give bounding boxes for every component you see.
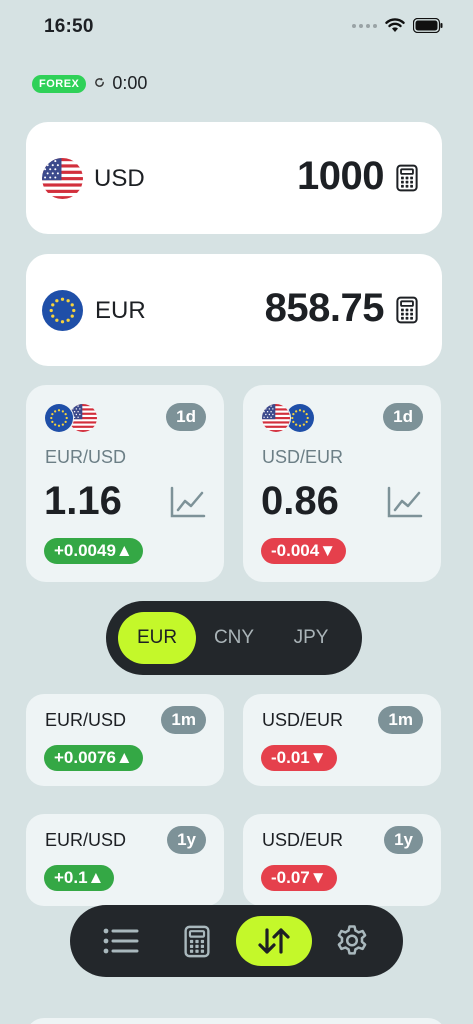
change-pill: +0.0049▲ bbox=[44, 538, 143, 564]
bottom-sheet bbox=[26, 1018, 446, 1024]
pair-label: USD/EUR bbox=[262, 447, 344, 467]
chart-trend-icon[interactable] bbox=[170, 486, 206, 523]
period-badge[interactable]: 1y bbox=[167, 826, 206, 854]
rate-card-usd-eur[interactable]: 1d USD/EUR 0.86 -0.004▼ bbox=[243, 385, 441, 582]
pair-label: USD/EUR bbox=[262, 710, 344, 730]
pair-label: EUR/USD bbox=[45, 447, 127, 467]
pair-label: EUR/USD bbox=[45, 830, 127, 850]
segment-option-cny[interactable]: CNY bbox=[195, 612, 273, 664]
rate-source-row: FOREX 0:00 bbox=[32, 73, 147, 94]
change-pill: -0.01▼ bbox=[261, 745, 337, 771]
period-badge[interactable]: 1d bbox=[383, 403, 423, 431]
change-pill: -0.004▼ bbox=[261, 538, 347, 564]
history-card[interactable]: EUR/USD 1y +0.1▲ bbox=[26, 814, 224, 906]
calculator-icon bbox=[184, 925, 210, 958]
rate-card-eur-usd[interactable]: 1d EUR/USD 1.16 +0.0049▲ bbox=[26, 385, 224, 582]
segment-option-jpy[interactable]: JPY bbox=[272, 612, 350, 664]
from-currency-code[interactable]: USD bbox=[94, 165, 145, 193]
period-badge[interactable]: 1y bbox=[384, 826, 423, 854]
history-card[interactable]: EUR/USD 1m +0.0076▲ bbox=[26, 694, 224, 786]
calculator-icon[interactable] bbox=[396, 296, 418, 329]
chart-trend-icon[interactable] bbox=[387, 486, 423, 523]
change-pill: +0.0076▲ bbox=[44, 745, 143, 771]
swap-arrows-icon bbox=[258, 928, 290, 954]
status-icons bbox=[352, 18, 443, 33]
segment-option-eur[interactable]: EUR bbox=[118, 612, 196, 664]
eu-flag-icon bbox=[44, 403, 74, 433]
us-flag-icon bbox=[42, 158, 83, 199]
refresh-icon[interactable] bbox=[92, 77, 106, 91]
history-card[interactable]: USD/EUR 1y -0.07▼ bbox=[243, 814, 441, 906]
refresh-timer: 0:00 bbox=[112, 73, 148, 93]
wifi-icon bbox=[385, 18, 405, 33]
tab-list[interactable] bbox=[83, 916, 159, 966]
pair-flags bbox=[44, 403, 100, 433]
currency-segment-control: EUR CNY JPY bbox=[106, 601, 362, 675]
to-amount[interactable]: 858.75 bbox=[265, 286, 385, 331]
eu-flag-icon bbox=[42, 290, 83, 331]
change-pill: +0.1▲ bbox=[44, 865, 115, 891]
status-bar: 16:50 bbox=[0, 0, 473, 54]
tab-convert[interactable] bbox=[236, 916, 312, 966]
gear-icon bbox=[337, 925, 367, 955]
pair-label: USD/EUR bbox=[262, 830, 344, 850]
tab-bar bbox=[70, 905, 403, 977]
battery-icon bbox=[413, 18, 443, 33]
to-currency-card[interactable]: EUR 858.75 bbox=[26, 254, 442, 366]
calculator-icon[interactable] bbox=[396, 164, 418, 197]
rate-value: 1.16 bbox=[44, 479, 122, 523]
forex-badge[interactable]: FOREX bbox=[32, 74, 87, 93]
from-amount[interactable]: 1000 bbox=[297, 154, 384, 199]
change-pill: -0.07▼ bbox=[261, 865, 337, 891]
us-flag-icon bbox=[261, 403, 291, 433]
history-card[interactable]: USD/EUR 1m -0.01▼ bbox=[243, 694, 441, 786]
cellular-signal-icon bbox=[352, 23, 377, 28]
period-badge[interactable]: 1m bbox=[161, 706, 206, 734]
rate-value: 0.86 bbox=[261, 479, 339, 523]
tab-calculator[interactable] bbox=[159, 916, 235, 966]
tab-settings[interactable] bbox=[314, 916, 390, 966]
list-icon bbox=[103, 928, 139, 954]
period-badge[interactable]: 1d bbox=[166, 403, 206, 431]
pair-flags bbox=[261, 403, 317, 433]
from-currency-card[interactable]: USD 1000 bbox=[26, 122, 442, 234]
status-time: 16:50 bbox=[44, 16, 94, 37]
period-badge[interactable]: 1m bbox=[378, 706, 423, 734]
pair-label: EUR/USD bbox=[45, 710, 127, 730]
to-currency-code[interactable]: EUR bbox=[95, 297, 146, 325]
